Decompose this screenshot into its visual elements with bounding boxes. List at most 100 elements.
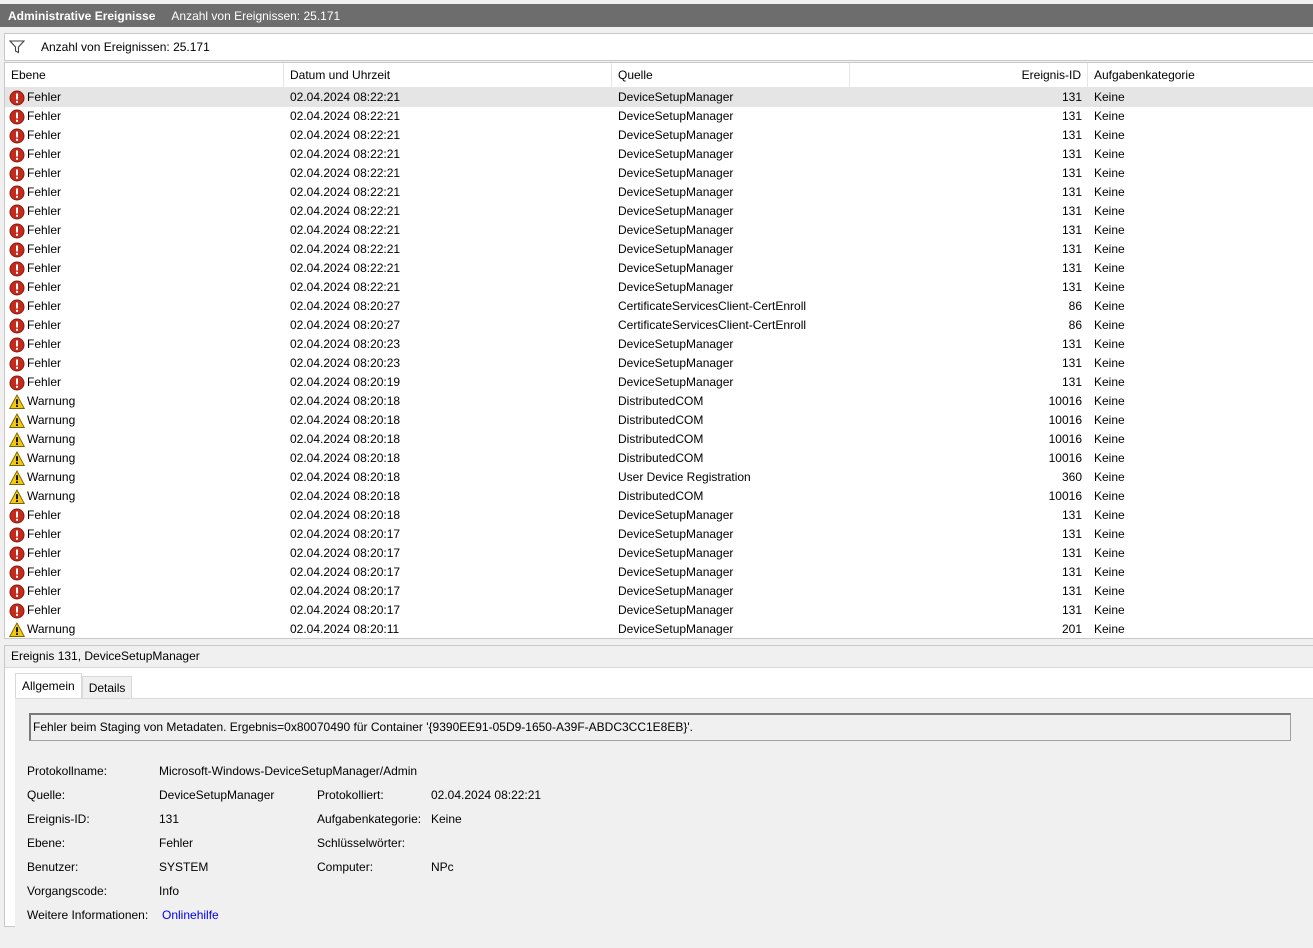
column-header-datum[interactable]: Datum und Uhrzeit [284,63,612,87]
column-header-aufgabenkategorie[interactable]: Aufgabenkategorie [1088,63,1313,87]
event-id-cell: 131 [1061,603,1082,617]
level-text: Fehler [27,242,62,256]
task-category-cell: Keine [1094,261,1125,275]
table-row[interactable]: Warnung 02.04.2024 08:20:18 DistributedCOM… [5,411,1313,430]
date-cell: 02.04.2024 08:22:21 [290,242,401,256]
protokolliert-label: Protokolliert: [317,788,384,802]
table-row[interactable]: Fehler 02.04.2024 08:22:21 DeviceSetupMana… [5,164,1313,183]
table-row[interactable]: Fehler 02.04.2024 08:22:21 DeviceSetupMana… [5,221,1313,240]
table-row[interactable]: Fehler 02.04.2024 08:22:21 DeviceSetupMana… [5,240,1313,259]
quelle-value: DeviceSetupManager [159,788,275,802]
table-row[interactable]: Fehler 02.04.2024 08:22:21 DeviceSetupMana… [5,278,1313,297]
aufgabenkategorie-value: Keine [431,812,462,826]
task-category-cell: Keine [1094,622,1125,636]
table-row[interactable]: Warnung 02.04.2024 08:20:18 DistributedCOM… [5,487,1313,506]
source-cell: DeviceSetupManager [618,147,734,161]
task-category-cell: Keine [1094,242,1125,256]
table-row[interactable]: Fehler 02.04.2024 08:20:27 CertificateServ… [5,316,1313,335]
table-row[interactable]: Warnung 02.04.2024 08:20:18 DistributedCOM… [5,392,1313,411]
table-row[interactable]: Fehler 02.04.2024 08:22:21 DeviceSetupMana… [5,88,1313,107]
table-row[interactable]: Fehler 02.04.2024 08:20:18 DeviceSetupMana… [5,506,1313,525]
view-title: Administrative Ereignisse [8,8,156,23]
filter-icon[interactable] [9,40,29,54]
computer-label: Computer: [317,860,374,874]
events-table: Ebene Datum und Uhrzeit Quelle Ereignis-… [4,62,1313,639]
table-row[interactable]: Fehler 02.04.2024 08:20:17 DeviceSetupMana… [5,525,1313,544]
level-cell: Fehler [9,259,284,278]
level-cell: Fehler [9,297,284,316]
source-cell: DeviceSetupManager [618,337,734,351]
date-cell: 02.04.2024 08:20:18 [290,470,401,484]
source-cell: DeviceSetupManager [618,584,734,598]
task-category-cell: Keine [1094,147,1125,161]
source-cell: DeviceSetupManager [618,261,734,275]
table-row[interactable]: Fehler 02.04.2024 08:20:17 DeviceSetupMana… [5,582,1313,601]
quelle-label: Quelle: [27,788,66,802]
source-cell: DeviceSetupManager [618,223,734,237]
table-row[interactable]: Fehler 02.04.2024 08:22:21 DeviceSetupMana… [5,107,1313,126]
level-cell: Fehler [9,164,284,183]
date-cell: 02.04.2024 08:22:21 [290,90,401,104]
event-message-box[interactable]: Fehler beim Staging von Metadaten. Ergeb… [29,713,1291,741]
detail-title: Ereignis 131, DeviceSetupManager [5,646,1313,668]
table-row[interactable]: Fehler 02.04.2024 08:20:27 CertificateServ… [5,297,1313,316]
vorgangscode-label: Vorgangscode: [27,884,108,898]
window-titlebar: Administrative Ereignisse Anzahl von Ere… [0,4,1313,27]
error-icon [9,242,27,258]
level-cell: Fehler [9,601,284,620]
level-text: Fehler [27,565,62,579]
warning-icon [9,488,27,505]
table-row[interactable]: Fehler 02.04.2024 08:22:21 DeviceSetupMana… [5,202,1313,221]
error-icon [9,280,27,296]
event-id-cell: 131 [1061,280,1082,294]
table-row[interactable]: Warnung 02.04.2024 08:20:11 DeviceSetupMan… [5,620,1313,638]
column-header-quelle[interactable]: Quelle [612,63,850,87]
event-id-cell: 131 [1061,546,1082,560]
event-id-cell: 10016 [1048,451,1082,465]
error-icon [9,565,27,581]
task-category-cell: Keine [1094,90,1125,104]
schluesselwoerter-label: Schlüsselwörter: [317,836,406,850]
level-text: Fehler [27,128,62,142]
event-id-cell: 131 [1061,223,1082,237]
event-id-cell: 86 [1068,299,1082,313]
error-icon [9,223,27,239]
table-row[interactable]: Fehler 02.04.2024 08:20:23 DeviceSetupMana… [5,354,1313,373]
level-text: Fehler [27,508,62,522]
task-category-cell: Keine [1094,565,1125,579]
task-category-cell: Keine [1094,546,1125,560]
level-cell: Fehler [9,525,284,544]
onlinehilfe-link[interactable]: Onlinehilfe [162,907,219,923]
table-row[interactable]: Fehler 02.04.2024 08:22:21 DeviceSetupMana… [5,145,1313,164]
error-icon [9,584,27,600]
source-cell: DeviceSetupManager [618,603,734,617]
task-category-cell: Keine [1094,527,1125,541]
table-row[interactable]: Fehler 02.04.2024 08:20:17 DeviceSetupMana… [5,544,1313,563]
tab-allgemein[interactable]: Allgemein [15,673,82,699]
table-row[interactable]: Fehler 02.04.2024 08:22:21 DeviceSetupMana… [5,126,1313,145]
column-header-ereignis-id[interactable]: Ereignis-ID [850,63,1088,87]
table-row[interactable]: Fehler 02.04.2024 08:22:21 DeviceSetupMana… [5,183,1313,202]
table-row[interactable]: Warnung 02.04.2024 08:20:18 DistributedCOM… [5,449,1313,468]
task-category-cell: Keine [1094,432,1125,446]
table-row[interactable]: Fehler 02.04.2024 08:20:17 DeviceSetupMana… [5,563,1313,582]
task-category-cell: Keine [1094,451,1125,465]
level-text: Fehler [27,584,62,598]
date-cell: 02.04.2024 08:22:21 [290,280,401,294]
table-row[interactable]: Warnung 02.04.2024 08:20:18 DistributedCOM… [5,430,1313,449]
error-icon [9,508,27,524]
level-text: Fehler [27,166,62,180]
level-cell: Fehler [9,221,284,240]
task-category-cell: Keine [1094,280,1125,294]
table-row[interactable]: Fehler 02.04.2024 08:20:17 DeviceSetupMana… [5,601,1313,620]
table-row[interactable]: Fehler 02.04.2024 08:20:23 DeviceSetupMana… [5,335,1313,354]
table-row[interactable]: Fehler 02.04.2024 08:20:19 DeviceSetupMana… [5,373,1313,392]
table-row[interactable]: Warnung 02.04.2024 08:20:18 User Device Re… [5,468,1313,487]
date-cell: 02.04.2024 08:22:21 [290,109,401,123]
tab-details[interactable]: Details [81,676,133,699]
column-header-ebene[interactable]: Ebene [5,63,284,87]
level-cell: Fehler [9,145,284,164]
level-text: Fehler [27,337,62,351]
table-row[interactable]: Fehler 02.04.2024 08:22:21 DeviceSetupMana… [5,259,1313,278]
detail-tabs: Allgemein Details [15,673,133,699]
